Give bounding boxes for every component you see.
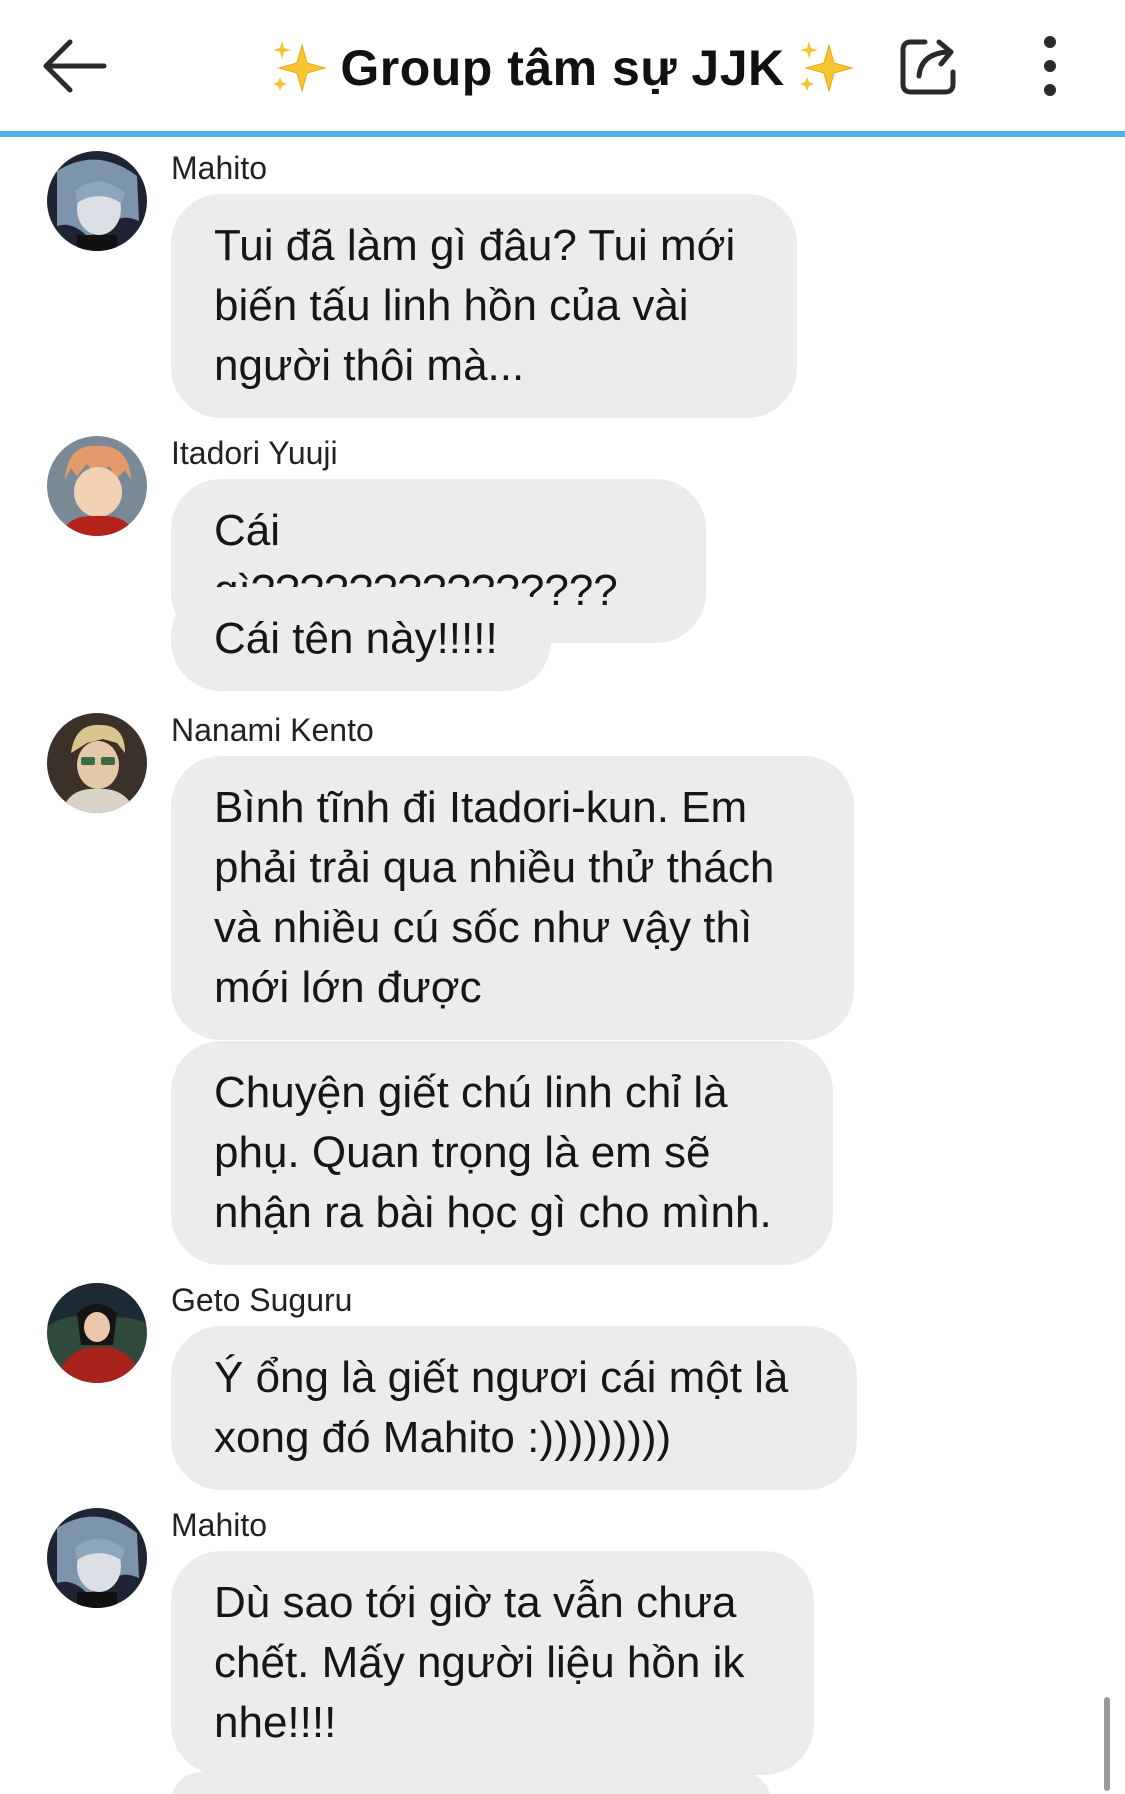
message-bubble[interactable]: Bình tĩnh đi Itadori-kun. Em phải trải q… (171, 756, 854, 1040)
message-bubble[interactable]: Tui đã làm gì đâu? Tui mới biến tấu linh… (171, 194, 797, 418)
scrollbar[interactable] (1104, 1697, 1110, 1791)
message-bubble[interactable]: Ý ổng là giết ngươi cái một là xong đó M… (171, 1326, 857, 1490)
sender-name: Geto Suguru (171, 1282, 353, 1318)
message-list[interactable]: Mahito Tui đã làm gì đâu? Tui mới biến t… (0, 137, 1125, 1794)
avatar[interactable] (47, 713, 147, 813)
chat-title: Group tâm sự JJK (270, 30, 855, 106)
sender-name: Mahito (171, 1507, 268, 1543)
avatar[interactable] (47, 1508, 147, 1608)
avatar[interactable] (47, 151, 147, 251)
sparkles-icon (270, 39, 328, 97)
message-bubble[interactable]: Chuyện giết chú linh chỉ là phụ. Quan tr… (171, 1041, 833, 1265)
message-bubble[interactable]: Dù sao tới giờ ta vẫn chưa chết. Mấy ngư… (171, 1551, 814, 1775)
more-options-button[interactable] (1020, 30, 1080, 102)
chat-header: Group tâm sự JJK (0, 0, 1125, 137)
share-icon (900, 39, 956, 95)
message-bubble[interactable]: Cái tên này!!!!! (171, 587, 551, 691)
message-bubble-partial[interactable] (171, 1772, 771, 1794)
arrow-left-icon (43, 39, 107, 93)
avatar[interactable] (47, 1283, 147, 1383)
share-button[interactable] (893, 30, 965, 102)
more-vertical-icon (1044, 36, 1056, 96)
group-name: Group tâm sự JJK (340, 40, 785, 96)
sender-name: Mahito (171, 150, 268, 186)
sender-name: Itadori Yuuji (171, 435, 338, 471)
sparkles-icon (797, 39, 855, 97)
sender-name: Nanami Kento (171, 712, 374, 748)
back-button[interactable] (38, 30, 110, 102)
avatar[interactable] (47, 436, 147, 536)
